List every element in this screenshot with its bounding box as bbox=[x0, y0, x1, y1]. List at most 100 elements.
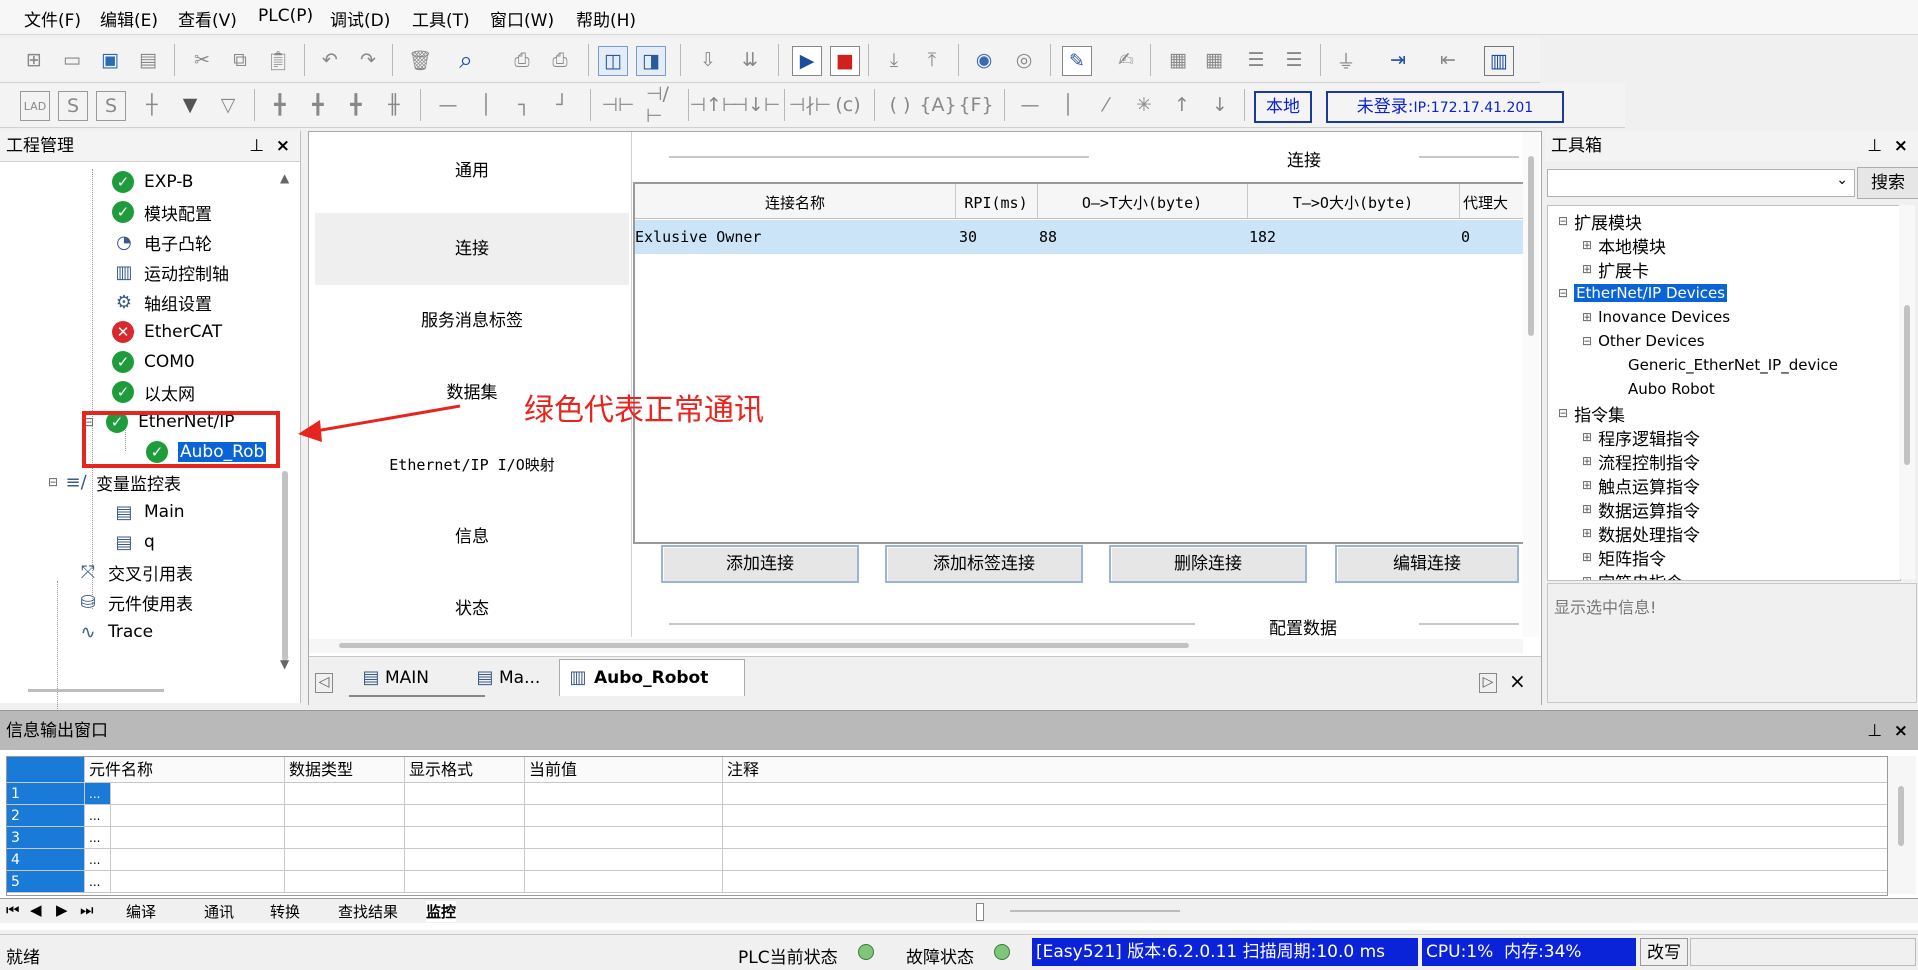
col-rpi[interactable]: RPI(ms) bbox=[955, 184, 1038, 218]
tab-convert[interactable]: 转换 bbox=[270, 901, 300, 922]
tree-item-com0[interactable]: ✓ COM0 bbox=[112, 347, 195, 377]
grid-cell[interactable] bbox=[525, 805, 723, 827]
editor-hscroll[interactable] bbox=[309, 639, 1523, 653]
expand-icon[interactable]: ⊞ bbox=[1582, 430, 1592, 444]
col-comment[interactable]: 注释 bbox=[723, 757, 1887, 783]
align-icon[interactable]: ☰ bbox=[1242, 46, 1270, 74]
cross-icon[interactable]: ✳ bbox=[1130, 91, 1158, 119]
tree-item-var-monitor[interactable]: ⊟ ≡∕ 变量监控表 bbox=[48, 467, 181, 497]
menu-debug[interactable]: 调试(D) bbox=[330, 6, 390, 31]
grid-cell[interactable] bbox=[525, 783, 723, 805]
expand-icon[interactable]: ⊞ bbox=[1582, 310, 1592, 324]
last-page-icon[interactable]: ⏭ bbox=[80, 901, 94, 919]
grid-cell[interactable] bbox=[111, 849, 285, 871]
logout-icon[interactable]: ⇤ bbox=[1434, 46, 1462, 74]
grid-cell[interactable] bbox=[405, 805, 525, 827]
col-to-size[interactable]: T—>O大小(byte) bbox=[1247, 184, 1460, 218]
hline-icon[interactable]: — bbox=[434, 91, 462, 119]
expand-icon[interactable]: ⊞ bbox=[1582, 574, 1592, 580]
down-outline-icon[interactable]: ▽ bbox=[214, 91, 242, 119]
nav-status[interactable]: 状态 bbox=[315, 573, 629, 645]
chevron-down-icon[interactable]: ⌄ bbox=[1836, 172, 1848, 188]
grid-cell[interactable] bbox=[285, 783, 405, 805]
grid-cell[interactable] bbox=[285, 827, 405, 849]
compile-icon[interactable]: ⇩ bbox=[694, 46, 722, 74]
toolbox-tree-item[interactable]: Generic_EtherNet_IP_device bbox=[1628, 354, 1838, 376]
grid-cell[interactable] bbox=[285, 805, 405, 827]
tab-scroll-right-icon[interactable]: ▷ bbox=[1479, 673, 1497, 693]
toolbox-search-combo[interactable]: ⌄ bbox=[1547, 169, 1855, 197]
prev-page-icon[interactable]: ◀ bbox=[30, 901, 42, 919]
coil-icon[interactable]: (c) bbox=[834, 91, 862, 119]
tab-compile[interactable]: 编译 bbox=[126, 901, 156, 922]
write-icon[interactable]: ✍ bbox=[1112, 46, 1140, 74]
search-icon[interactable]: ⌕ bbox=[452, 46, 480, 74]
tree-item-main[interactable]: ▤ Main bbox=[112, 497, 184, 527]
toolbox-tree-item[interactable]: ⊞ 数据运算指令 bbox=[1582, 498, 1700, 522]
local-mode-button[interactable]: 本地 bbox=[1254, 91, 1312, 123]
menu-view[interactable]: 查看(V) bbox=[178, 6, 237, 31]
branch2-icon[interactable]: ╋ bbox=[304, 91, 332, 119]
tree-item-element-usage[interactable]: ⛁ 元件使用表 bbox=[76, 587, 193, 617]
tab-close-icon[interactable]: × bbox=[1509, 669, 1526, 693]
upload-icon[interactable]: ⤒ bbox=[918, 46, 946, 74]
print-preview-icon[interactable]: ⎙ bbox=[508, 46, 536, 74]
menu-file[interactable]: 文件(F) bbox=[24, 6, 81, 31]
grid-cell[interactable] bbox=[285, 871, 405, 893]
func-a-icon[interactable]: {A} bbox=[919, 91, 956, 119]
toolbox-tree-item[interactable]: ⊞ 扩展卡 bbox=[1582, 258, 1649, 282]
tree-item-motion-axis[interactable]: ▥ 运动控制轴 bbox=[112, 257, 229, 287]
toolbox-tree-item[interactable]: ⊞ 触点运算指令 bbox=[1582, 474, 1700, 498]
grid-cell[interactable] bbox=[525, 827, 723, 849]
branch4-icon[interactable]: ╫ bbox=[380, 91, 408, 119]
grid1-icon[interactable]: ▦ bbox=[1164, 46, 1192, 74]
nc-contact-icon[interactable]: ⊣/⊢ bbox=[646, 83, 674, 127]
pin-icon[interactable]: ⊥ bbox=[249, 131, 264, 161]
grid-cell[interactable] bbox=[111, 805, 285, 827]
no-contact-icon[interactable]: ⊣⊢ bbox=[601, 91, 634, 119]
grid-cell[interactable] bbox=[723, 849, 1887, 871]
toolbox-tree-item[interactable]: ⊟ 指令集 bbox=[1558, 402, 1625, 426]
toolbox-tree-item[interactable]: ⊟ Other Devices bbox=[1582, 330, 1705, 352]
col-data-type[interactable]: 数据类型 bbox=[285, 757, 405, 783]
edit-online-icon[interactable]: ✎ bbox=[1062, 46, 1092, 76]
hline2-icon[interactable]: ┐ bbox=[510, 91, 538, 119]
stop-icon[interactable]: ■ bbox=[830, 46, 860, 76]
print-icon[interactable]: ⎙ bbox=[546, 46, 574, 74]
grid-cell[interactable] bbox=[723, 871, 1887, 893]
tree-item-axis-group[interactable]: ⚙ 轴组设置 bbox=[112, 287, 212, 317]
close-icon[interactable]: × bbox=[276, 131, 290, 161]
grid-cell[interactable] bbox=[405, 827, 525, 849]
toolbox-tree-item[interactable]: ⊞ 本地模块 bbox=[1582, 234, 1666, 258]
col-current-value[interactable]: 当前值 bbox=[525, 757, 723, 783]
search-button[interactable]: 搜索 bbox=[1857, 167, 1918, 199]
grid-cell[interactable] bbox=[111, 871, 285, 893]
nav-info[interactable]: 信息 bbox=[315, 501, 629, 573]
pin-icon[interactable]: ⊥ bbox=[1867, 711, 1882, 751]
expand-icon[interactable]: ⊞ bbox=[1582, 526, 1592, 540]
down-arrow-icon[interactable]: ↓ bbox=[1206, 91, 1234, 119]
tree-item-module-config[interactable]: ✓ 模块配置 bbox=[112, 197, 212, 227]
row-number[interactable]: 4 bbox=[7, 849, 85, 871]
run-icon[interactable]: ▶ bbox=[792, 46, 822, 76]
tab-find-results[interactable]: 查找结果 bbox=[338, 901, 398, 922]
branch3-icon[interactable]: ╋ bbox=[342, 91, 370, 119]
menu-window[interactable]: 窗口(W) bbox=[490, 6, 554, 31]
sfc-icon[interactable]: S bbox=[58, 91, 88, 121]
login-icon[interactable]: ⇥ bbox=[1384, 46, 1412, 74]
col-element-name[interactable]: 元件名称 bbox=[85, 757, 285, 783]
connection-status[interactable]: 未登录:IP:172.17.41.201 bbox=[1326, 91, 1564, 123]
toolbox-scrollbar[interactable] bbox=[1899, 205, 1915, 579]
tree-item-ethercat[interactable]: ✕ EtherCAT bbox=[112, 317, 222, 347]
paste-icon[interactable]: 📋︎ bbox=[264, 46, 292, 74]
tree-item-cross-ref[interactable]: ⤧ 交叉引用表 bbox=[76, 557, 193, 587]
monitor-off-icon[interactable]: ◎ bbox=[1010, 46, 1038, 74]
col-display-format[interactable]: 显示格式 bbox=[405, 757, 525, 783]
grid-cell[interactable] bbox=[723, 783, 1887, 805]
contact-icon[interactable]: ┼ bbox=[138, 91, 166, 119]
close-icon[interactable]: × bbox=[1894, 131, 1908, 161]
add-connection-button[interactable]: 添加连接 bbox=[661, 545, 859, 583]
toolbox-tree-item[interactable]: ⊟ EtherNet/IP Devices bbox=[1558, 282, 1728, 304]
tree-item-q[interactable]: ▤ q bbox=[112, 527, 154, 557]
editor-vscroll[interactable] bbox=[1523, 132, 1539, 637]
